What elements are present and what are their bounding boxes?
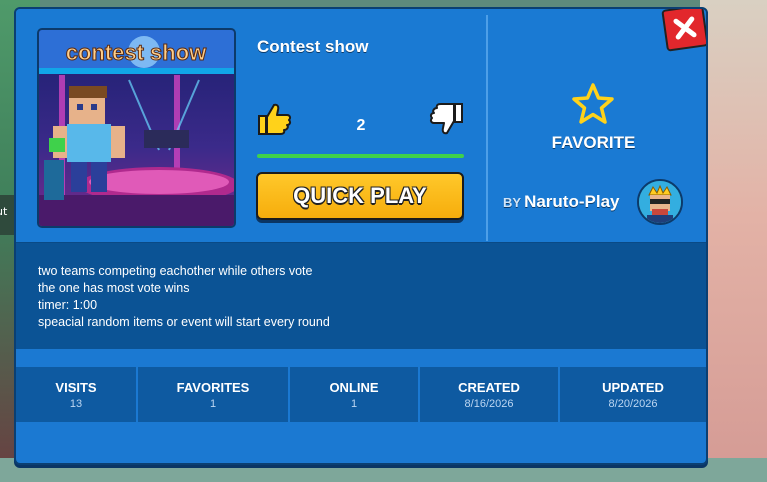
- stat-label: VISITS: [55, 380, 97, 395]
- game-header: contest show Contest show 2 QUICK PLAY F…: [16, 9, 706, 242]
- game-title: Contest show: [257, 37, 369, 56]
- stat-label: ONLINE: [329, 380, 379, 395]
- game-description: two teams competing eachother while othe…: [16, 242, 706, 349]
- game-stats: VISITS 13 FAVORITES 1 ONLINE 1 CREATED 8…: [16, 367, 706, 422]
- stat-value: 8/20/2026: [608, 398, 658, 410]
- thumbs-down-icon[interactable]: [429, 102, 465, 136]
- star-icon[interactable]: [570, 82, 616, 126]
- stat-favorites: FAVORITES 1: [138, 367, 288, 422]
- description-line: two teams competing eachother while othe…: [38, 264, 313, 278]
- stat-online: ONLINE 1: [290, 367, 418, 422]
- stat-value: 13: [69, 398, 83, 410]
- stat-value: 1: [209, 398, 217, 410]
- author-avatar[interactable]: [637, 179, 683, 225]
- description-line: the one has most vote wins: [38, 281, 190, 295]
- stat-value: 1: [350, 398, 358, 410]
- header-divider: [486, 15, 488, 241]
- like-ratio-fill: [257, 154, 464, 158]
- description-line: speacial random items or event will star…: [38, 315, 330, 329]
- close-icon: [673, 16, 697, 40]
- stat-visits: VISITS 13: [16, 367, 136, 422]
- vote-count: 2: [356, 117, 366, 134]
- favorite-button[interactable]: FAVORITE: [506, 133, 681, 153]
- thumbnail-title: contest show: [66, 40, 207, 65]
- description-line: timer: 1:00: [38, 298, 98, 312]
- game-details-dialog: contest show Contest show 2 QUICK PLAY F…: [14, 7, 708, 465]
- stat-created: CREATED 8/16/2026: [420, 367, 558, 422]
- quick-play-button[interactable]: QUICK PLAY: [256, 172, 464, 220]
- game-thumbnail: contest show: [37, 28, 236, 228]
- background-right: [700, 0, 767, 482]
- author-credit[interactable]: BY Naruto-Play: [503, 192, 619, 212]
- author-name[interactable]: Naruto-Play: [524, 192, 619, 211]
- stat-updated: UPDATED 8/20/2026: [560, 367, 706, 422]
- close-button[interactable]: [661, 9, 706, 52]
- stat-value: 8/16/2026: [464, 398, 514, 410]
- stat-label: UPDATED: [602, 380, 664, 395]
- author-prefix: BY: [503, 195, 522, 210]
- stat-label: FAVORITES: [176, 380, 250, 395]
- like-ratio-bar: [257, 154, 464, 158]
- stat-label: CREATED: [458, 380, 520, 395]
- thumbs-up-icon[interactable]: [256, 102, 292, 136]
